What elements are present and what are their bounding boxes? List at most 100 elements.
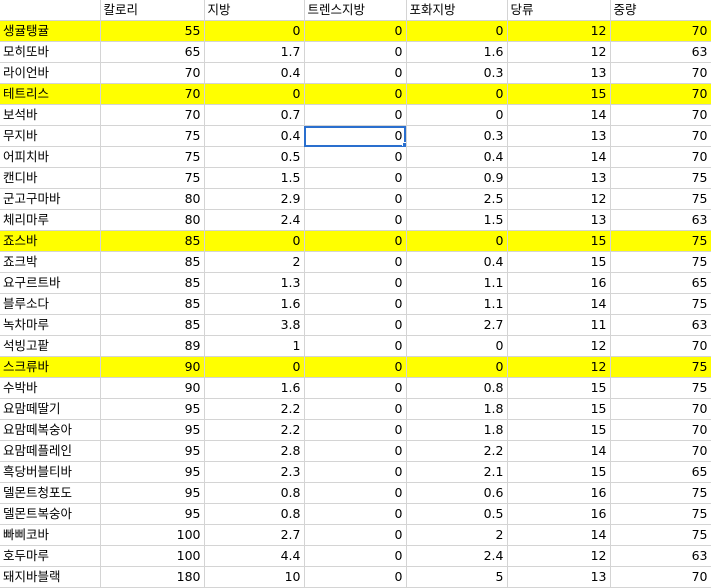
value-cell[interactable]: 1.3 <box>204 272 305 294</box>
value-cell[interactable]: 70 <box>100 83 205 105</box>
value-cell[interactable]: 0 <box>304 62 407 84</box>
value-cell[interactable]: 5 <box>406 566 508 588</box>
value-cell[interactable]: 2.5 <box>406 188 508 210</box>
value-cell[interactable]: 13 <box>507 125 611 147</box>
value-cell[interactable]: 14 <box>507 146 611 168</box>
value-cell[interactable]: 85 <box>100 230 205 252</box>
value-cell[interactable]: 0 <box>204 20 305 42</box>
value-cell[interactable]: 0.4 <box>406 146 508 168</box>
value-cell[interactable]: 0 <box>304 398 407 420</box>
product-name-cell[interactable]: 녹차마루 <box>0 314 101 336</box>
product-name-cell[interactable]: 무지바 <box>0 125 101 147</box>
value-cell[interactable]: 15 <box>507 377 611 399</box>
product-name-cell[interactable]: 스크류바 <box>0 356 101 378</box>
value-cell[interactable]: 12 <box>507 188 611 210</box>
value-cell[interactable]: 0.4 <box>406 251 508 273</box>
value-cell[interactable]: 10 <box>204 566 305 588</box>
value-cell[interactable]: 0 <box>406 356 508 378</box>
value-cell[interactable]: 14 <box>507 293 611 315</box>
value-cell[interactable]: 70 <box>610 125 711 147</box>
value-cell[interactable]: 65 <box>610 461 711 483</box>
value-cell[interactable]: 85 <box>100 293 205 315</box>
value-cell[interactable]: 75 <box>610 503 711 525</box>
value-cell[interactable]: 85 <box>100 272 205 294</box>
value-cell[interactable]: 70 <box>610 20 711 42</box>
value-cell[interactable]: 70 <box>610 566 711 588</box>
header-cell[interactable]: 포화지방 <box>406 0 508 21</box>
value-cell[interactable]: 1.6 <box>406 41 508 63</box>
product-name-cell[interactable]: 테트리스 <box>0 83 101 105</box>
value-cell[interactable]: 0 <box>304 335 407 357</box>
value-cell[interactable]: 16 <box>507 503 611 525</box>
value-cell[interactable]: 0 <box>304 167 407 189</box>
value-cell[interactable]: 13 <box>507 62 611 84</box>
value-cell[interactable]: 13 <box>507 566 611 588</box>
value-cell[interactable]: 95 <box>100 419 205 441</box>
value-cell[interactable]: 14 <box>507 524 611 546</box>
value-cell[interactable]: 85 <box>100 251 205 273</box>
value-cell[interactable]: 0.9 <box>406 167 508 189</box>
value-cell[interactable]: 0.3 <box>406 62 508 84</box>
header-cell[interactable]: 당류 <box>507 0 611 21</box>
value-cell[interactable]: 0 <box>406 335 508 357</box>
product-name-cell[interactable]: 요맘떼복숭아 <box>0 419 101 441</box>
value-cell[interactable]: 1 <box>204 335 305 357</box>
value-cell[interactable]: 0 <box>304 293 407 315</box>
value-cell[interactable]: 0 <box>304 104 407 126</box>
value-cell[interactable]: 75 <box>610 230 711 252</box>
product-name-cell[interactable]: 빠삐코바 <box>0 524 101 546</box>
value-cell[interactable]: 63 <box>610 41 711 63</box>
value-cell[interactable]: 70 <box>610 335 711 357</box>
header-cell-blank[interactable] <box>0 0 101 21</box>
value-cell[interactable]: 75 <box>610 482 711 504</box>
value-cell[interactable]: 2 <box>204 251 305 273</box>
product-name-cell[interactable]: 군고구마바 <box>0 188 101 210</box>
value-cell[interactable]: 0 <box>204 230 305 252</box>
value-cell[interactable]: 1.6 <box>204 293 305 315</box>
value-cell[interactable]: 2.8 <box>204 440 305 462</box>
value-cell[interactable]: 0 <box>304 461 407 483</box>
value-cell[interactable]: 12 <box>507 41 611 63</box>
value-cell[interactable]: 0 <box>406 83 508 105</box>
value-cell[interactable]: 0 <box>304 377 407 399</box>
value-cell[interactable]: 1.1 <box>406 293 508 315</box>
value-cell[interactable]: 2.2 <box>204 398 305 420</box>
value-cell[interactable]: 2.7 <box>406 314 508 336</box>
value-cell[interactable]: 0.6 <box>406 482 508 504</box>
value-cell[interactable]: 90 <box>100 377 205 399</box>
value-cell[interactable]: 2.4 <box>204 209 305 231</box>
value-cell[interactable]: 95 <box>100 503 205 525</box>
selected-cell[interactable]: 0 <box>304 125 407 147</box>
value-cell[interactable]: 12 <box>507 356 611 378</box>
value-cell[interactable]: 63 <box>610 314 711 336</box>
value-cell[interactable]: 15 <box>507 419 611 441</box>
value-cell[interactable]: 75 <box>100 125 205 147</box>
value-cell[interactable]: 70 <box>100 104 205 126</box>
value-cell[interactable]: 0.4 <box>204 125 305 147</box>
value-cell[interactable]: 63 <box>610 545 711 567</box>
value-cell[interactable]: 80 <box>100 188 205 210</box>
value-cell[interactable]: 180 <box>100 566 205 588</box>
value-cell[interactable]: 0.3 <box>406 125 508 147</box>
product-name-cell[interactable]: 요맘떼플레인 <box>0 440 101 462</box>
value-cell[interactable]: 16 <box>507 482 611 504</box>
value-cell[interactable]: 0 <box>304 503 407 525</box>
value-cell[interactable]: 15 <box>507 83 611 105</box>
value-cell[interactable]: 75 <box>610 356 711 378</box>
value-cell[interactable]: 15 <box>507 398 611 420</box>
value-cell[interactable]: 0 <box>304 314 407 336</box>
value-cell[interactable]: 85 <box>100 314 205 336</box>
value-cell[interactable]: 0 <box>304 419 407 441</box>
value-cell[interactable]: 2.3 <box>204 461 305 483</box>
value-cell[interactable]: 0 <box>304 545 407 567</box>
value-cell[interactable]: 65 <box>100 41 205 63</box>
value-cell[interactable]: 14 <box>507 104 611 126</box>
value-cell[interactable]: 0 <box>304 356 407 378</box>
value-cell[interactable]: 0 <box>304 251 407 273</box>
product-name-cell[interactable]: 석빙고팥 <box>0 335 101 357</box>
value-cell[interactable]: 95 <box>100 461 205 483</box>
product-name-cell[interactable]: 캔디바 <box>0 167 101 189</box>
value-cell[interactable]: 0.8 <box>204 482 305 504</box>
product-name-cell[interactable]: 죠스바 <box>0 230 101 252</box>
value-cell[interactable]: 0 <box>304 41 407 63</box>
